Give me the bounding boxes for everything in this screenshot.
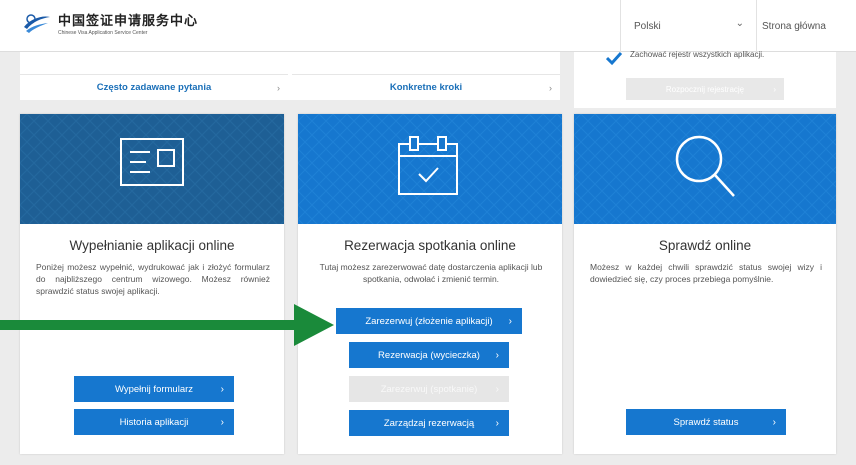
button-label: Historia aplikacji [119, 416, 189, 428]
book-trip-button[interactable]: Rezerwacja (wycieczka) › [349, 342, 509, 368]
logo-title-cn: 中国签证申请服务中心 [58, 14, 199, 29]
button-label: Wypełnij formularz [114, 383, 194, 395]
form-icon [120, 138, 184, 186]
logo-title-en: Chinese Visa Application Service Center [58, 30, 148, 36]
chevron-right-icon: › [220, 383, 224, 395]
checkbox-text: Zachować rejestr wszystkich aplikacji. [630, 50, 765, 59]
steps-label: Konkretne kroki [389, 82, 463, 93]
card-banner [20, 114, 284, 224]
faq-link[interactable]: Często zadawane pytania › [20, 74, 288, 100]
start-registration-button[interactable]: Rozpocznij rejestrację › [626, 78, 784, 100]
chevron-right-icon: › [772, 416, 776, 428]
chevron-right-icon: › [508, 315, 512, 327]
checkmark-icon [606, 51, 622, 66]
manage-booking-button[interactable]: Zarządzaj rezerwacją › [349, 410, 509, 436]
card-title: Rezerwacja spotkania online [344, 238, 516, 253]
chevron-right-icon: › [220, 416, 224, 428]
magnifier-icon [675, 135, 735, 197]
card-title: Wypełnianie aplikacji online [69, 238, 235, 253]
card-apply-online: Wypełnianie aplikacji online Poniżej moż… [20, 114, 284, 454]
check-status-button[interactable]: Sprawdź status › [626, 409, 786, 435]
button-label: Zarządzaj rezerwacją [383, 417, 475, 429]
card-description: Możesz w każdej chwili sprawdzić status … [590, 262, 822, 284]
chevron-right-icon: › [495, 383, 499, 395]
steps-link[interactable]: Konkretne kroki › [292, 74, 560, 100]
pointer-arrow-icon [0, 304, 334, 346]
calendar-check-icon [398, 136, 458, 195]
application-history-button[interactable]: Historia aplikacji › [74, 409, 234, 435]
chevron-right-icon: › [549, 82, 552, 93]
card-description: Tutaj możesz zarezerwować datę dostarcze… [319, 262, 543, 284]
chevron-right-icon: › [773, 84, 776, 94]
card-booking-online: Rezerwacja spotkania online Tutaj możesz… [298, 114, 562, 454]
logo[interactable]: 中国签证申请服务中心 Chinese Visa Application Serv… [22, 10, 198, 36]
faq-label: Często zadawane pytania [96, 82, 212, 93]
start-registration-label: Rozpocznij rejestrację [665, 84, 745, 94]
button-label: Rezerwacja (wycieczka) [378, 349, 480, 361]
card-banner [298, 114, 562, 224]
fill-form-button[interactable]: Wypełnij formularz › [74, 376, 234, 402]
chevron-right-icon: › [495, 417, 499, 429]
book-meeting-button[interactable]: Zarezerwuj (spotkanie) › [349, 376, 509, 402]
card-check-online: Sprawdź online Możesz w każdej chwili sp… [574, 114, 836, 454]
card-banner [574, 114, 836, 224]
language-select[interactable]: Polski ⌄ [620, 0, 756, 52]
site-header: 中国签证申请服务中心 Chinese Visa Application Serv… [0, 0, 856, 52]
logo-swoosh-icon [22, 10, 52, 36]
card-description: Poniżej możesz wypełnić, wydrukować jak … [36, 262, 270, 296]
button-label: Sprawdź status [673, 416, 739, 428]
card-title: Sprawdź online [658, 238, 752, 253]
button-label: Zarezerwuj (spotkanie) [380, 383, 478, 395]
home-link[interactable]: Strona główna [756, 0, 826, 52]
chevron-down-icon: ⌄ [735, 18, 744, 29]
chevron-right-icon: › [277, 82, 280, 93]
language-value: Polski [634, 20, 661, 32]
chevron-right-icon: › [495, 349, 499, 361]
button-label: Zarezerwuj (złożenie aplikacji) [365, 315, 493, 327]
book-application-button[interactable]: Zarezerwuj (złożenie aplikacji) › [336, 308, 522, 334]
